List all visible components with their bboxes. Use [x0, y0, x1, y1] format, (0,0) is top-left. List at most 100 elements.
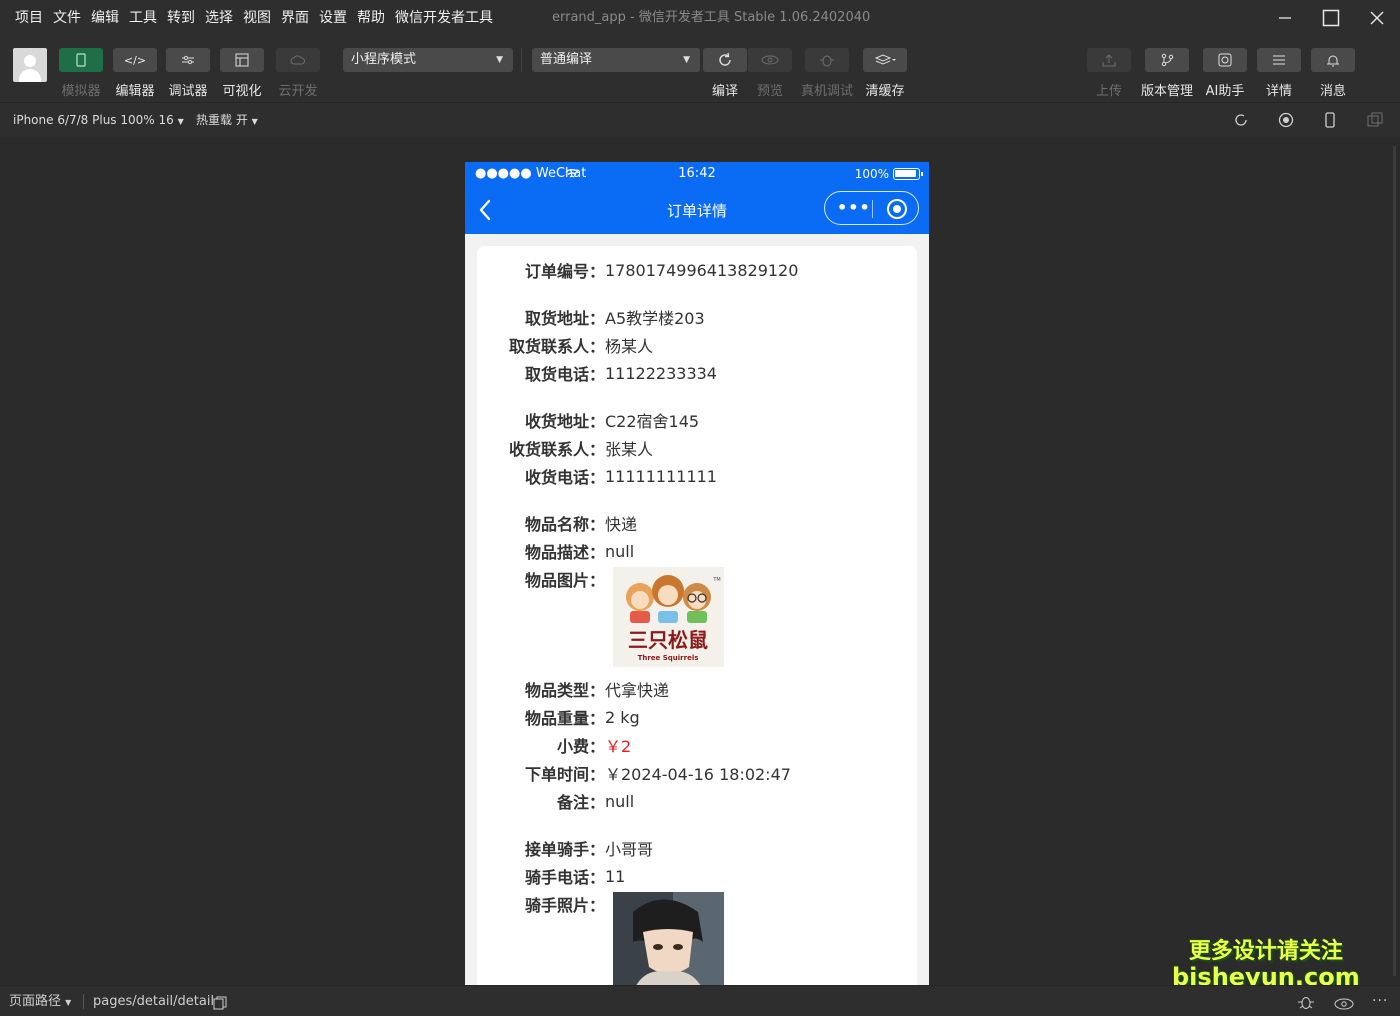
menu-tools[interactable]: 工具	[124, 0, 162, 36]
record-icon[interactable]	[1278, 112, 1294, 128]
menu-help[interactable]: 帮助	[352, 0, 390, 36]
bug-icon	[805, 48, 849, 72]
cloud-icon	[276, 48, 320, 72]
simulator-label: 模拟器	[61, 84, 101, 99]
messages-button[interactable]: 消息	[1308, 48, 1358, 99]
simulator-bar: iPhone 6/7/8 Plus 100% 16 ▼ 热重载 开 ▼	[0, 102, 1400, 137]
order-detail-card: 订单编号： 1780174996413829120 取货地址： A5教学楼203 取…	[477, 246, 917, 985]
mode-select[interactable]: 小程序模式 ▼	[343, 48, 513, 72]
hot-reload-toggle[interactable]: 热重载 开 ▼	[196, 103, 258, 139]
phone-icon	[59, 48, 103, 72]
row-label: 物品描述：	[524, 543, 605, 562]
cloud-dev-button[interactable]: 云开发	[273, 48, 323, 99]
details-label: 详情	[1265, 84, 1292, 99]
ai-icon	[1203, 48, 1247, 72]
close-miniprogram-icon[interactable]	[887, 199, 907, 219]
detach-window-icon[interactable]	[1367, 112, 1383, 128]
row-item-desc: 物品描述： null	[477, 537, 917, 565]
details-button[interactable]: 详情	[1254, 48, 1304, 99]
preview-button[interactable]: 预览	[745, 48, 795, 99]
toolbar-divider	[521, 48, 522, 72]
user-avatar[interactable]	[13, 48, 47, 82]
menu-icon	[1257, 48, 1301, 72]
editor-label: 编辑器	[115, 84, 155, 99]
page-path-label: 页面路径	[9, 994, 62, 1009]
menu-interface[interactable]: 界面	[276, 0, 314, 36]
watermark: 更多设计请关注 bisheyun.com	[1172, 939, 1360, 990]
row-label: 小费：	[556, 737, 605, 756]
remote-debug-label: 真机调试	[801, 84, 854, 99]
row-value: 11111111111	[605, 466, 717, 486]
row-value: ￥2024-04-16 18:02:47	[605, 765, 791, 784]
minimize-button[interactable]	[1262, 0, 1308, 36]
menu-settings[interactable]: 设置	[314, 0, 352, 36]
close-button[interactable]	[1354, 0, 1400, 36]
page-path-toggle[interactable]: 页面路径 ▼	[9, 986, 71, 1016]
messages-label: 消息	[1319, 84, 1346, 99]
row-label: 备注：	[556, 793, 605, 812]
bell-icon	[1311, 48, 1355, 72]
tip-value: ￥2	[605, 737, 632, 756]
item-image[interactable]: 三只松鼠 Three Squirrels TM	[613, 567, 724, 671]
clear-cache-button[interactable]: 清缓存	[860, 48, 910, 99]
mode-select-value: 小程序模式	[351, 52, 417, 67]
simulator-button[interactable]: 模拟器	[56, 48, 106, 99]
row-order-no: 订单编号： 1780174996413829120	[477, 256, 917, 284]
visual-label: 可视化	[222, 84, 262, 99]
battery-icon	[893, 168, 923, 180]
row-label: 取货地址：	[524, 309, 605, 328]
rider-photo[interactable]	[613, 892, 724, 985]
rotate-icon[interactable]	[1233, 112, 1249, 128]
more-icon[interactable]: ···	[1372, 993, 1388, 1009]
row-value: 11122233334	[605, 363, 717, 383]
menu-view[interactable]: 视图	[238, 0, 276, 36]
phone-status-bar: ●●●●● WeChat 16:42 100%	[465, 162, 929, 186]
minimize-icon	[1279, 17, 1291, 19]
eye-icon	[748, 48, 792, 72]
visual-button[interactable]: 可视化	[217, 48, 267, 99]
layout-icon	[220, 48, 264, 72]
row-order-time: 下单时间： ￥2024-04-16 18:02:47	[477, 759, 917, 787]
menu-goto[interactable]: 转到	[162, 0, 200, 36]
menu-wechat-devtools[interactable]: 微信开发者工具	[390, 0, 498, 36]
eye-icon[interactable]	[1334, 995, 1354, 1014]
row-delivery-contact: 收货联系人： 张某人	[477, 434, 917, 462]
phone-frame-icon[interactable]	[1322, 112, 1338, 128]
remote-debug-button[interactable]: 真机调试	[801, 48, 854, 99]
row-rider-phone: 骑手电话： 11	[477, 862, 917, 890]
device-select[interactable]: iPhone 6/7/8 Plus 100% 16 ▼	[13, 103, 184, 139]
row-label: 骑手电话：	[524, 868, 605, 887]
layers-icon	[863, 48, 907, 72]
copy-icon[interactable]	[213, 995, 227, 1014]
menu-edit[interactable]: 编辑	[86, 0, 124, 36]
compile-button[interactable]: 编译	[700, 48, 750, 99]
more-dots-icon[interactable]: •••	[837, 192, 870, 224]
upload-button[interactable]: 上传	[1084, 48, 1134, 99]
simulator-scrollbar[interactable]	[1393, 146, 1396, 976]
refresh-icon	[703, 48, 747, 72]
compile-select[interactable]: 普通编译 ▼	[532, 48, 700, 72]
row-label: 下单时间：	[524, 765, 605, 784]
version-control-button[interactable]: 版本管理	[1141, 48, 1194, 99]
row-value: null	[605, 791, 635, 811]
editor-button[interactable]: </> 编辑器	[110, 48, 160, 99]
version-control-label: 版本管理	[1141, 84, 1194, 99]
menu-file[interactable]: 文件	[48, 0, 86, 36]
title-bar: 项目 文件 编辑 工具 转到 选择 视图 界面 设置 帮助 微信开发者工具 er…	[0, 0, 1400, 36]
bug-icon[interactable]	[1297, 993, 1315, 1015]
row-label: 收货地址：	[524, 412, 605, 431]
ai-assistant-button[interactable]: AI助手	[1200, 48, 1250, 99]
device-select-value: iPhone 6/7/8 Plus 100% 16	[13, 113, 174, 127]
bottombar-divider	[83, 994, 84, 1009]
chevron-down-icon: ▼	[251, 117, 258, 126]
branch-icon	[1145, 48, 1189, 72]
menu-project[interactable]: 项目	[10, 0, 48, 36]
code-icon: </>	[113, 48, 157, 72]
row-delivery-address: 收货地址： C22宿舍145	[477, 406, 917, 434]
menu-select[interactable]: 选择	[200, 0, 238, 36]
page-path-value: pages/detail/detail	[93, 994, 215, 1009]
row-item-weight: 物品重量： 2 kg	[477, 703, 917, 731]
row-item-type: 物品类型： 代拿快递	[477, 675, 917, 703]
debugger-button[interactable]: 调试器	[163, 48, 213, 99]
maximize-button[interactable]	[1308, 0, 1354, 36]
